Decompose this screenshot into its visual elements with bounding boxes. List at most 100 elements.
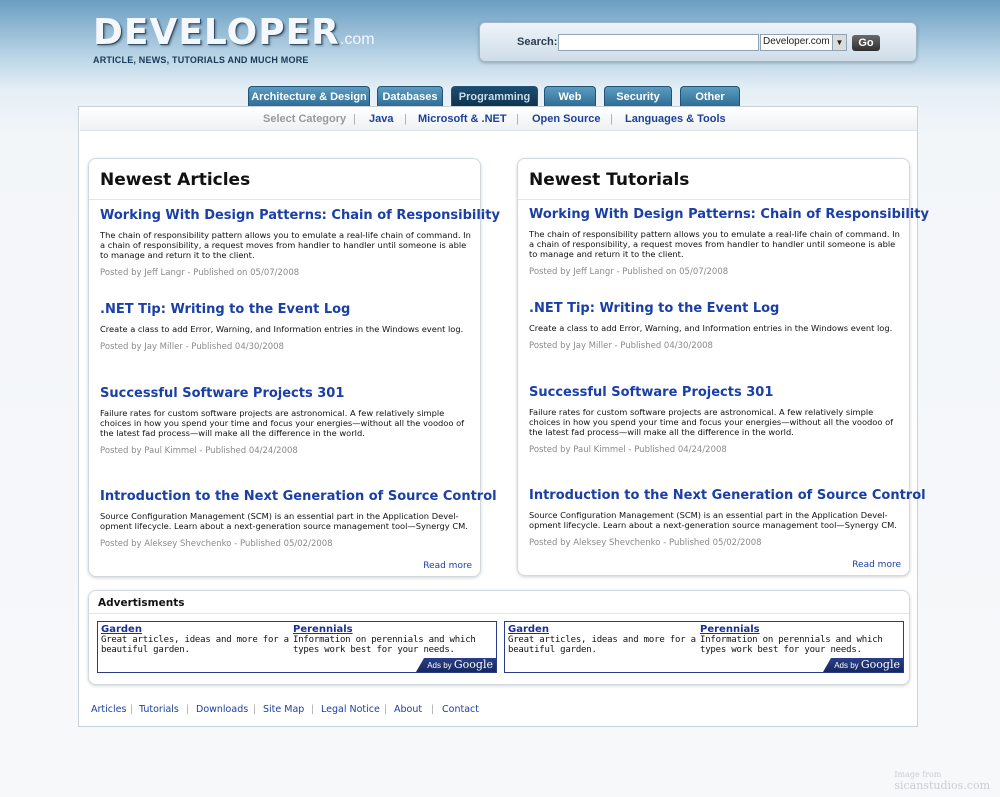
article-description: Failure rates for custom software projec… [100, 408, 465, 438]
category-separator: | [516, 113, 519, 125]
logo-text: DEVELOPER [93, 12, 340, 53]
logo-suffix: .com [339, 31, 375, 48]
ads-by-label: Ads by [834, 661, 859, 670]
category-prompt: Select Category [263, 113, 347, 125]
ads-by-label: Ads by [427, 661, 452, 670]
site-logo[interactable]: DEVELOPER.com [93, 14, 375, 52]
article-meta: Posted by Jeff Langr - Published on 05/0… [100, 268, 300, 278]
article-description: The chain of responsibility pattern allo… [100, 230, 471, 260]
category-open-source[interactable]: Open Source [532, 113, 600, 125]
image-credit-watermark: Image from sicanstudios.com [894, 770, 990, 792]
article-meta: Posted by Paul Kimmel - Published 04/24/… [100, 446, 298, 456]
article-title-link[interactable]: Working With Design Patterns: Chain of R… [100, 208, 500, 223]
tutorial-title-link[interactable]: Introduction to the Next Generation of S… [529, 488, 926, 503]
ad-link[interactable]: Garden [508, 624, 698, 635]
newest-articles-box: Newest Articles Working With Design Patt… [88, 158, 500, 577]
footer-link-about[interactable]: About [394, 704, 422, 715]
search-scope-value: Developer.com [763, 36, 830, 47]
tab-security[interactable]: Security [604, 86, 672, 106]
articles-heading: Newest Articles [100, 170, 251, 190]
ads-by-google-badge[interactable]: Ads by Google [416, 658, 496, 672]
tab-programming[interactable]: Programming [451, 86, 538, 106]
tab-web[interactable]: Web [544, 86, 596, 106]
ad-link[interactable]: Garden [101, 624, 291, 635]
credit-line-2: sicanstudios.com [894, 779, 990, 792]
footer-link-legal-notice[interactable]: Legal Notice [321, 704, 380, 715]
tutorial-item: Successful Software Projects 301 Failure… [529, 385, 904, 455]
tutorial-meta: Posted by Jeff Langr - Published on 05/0… [529, 267, 729, 277]
google-logo: Google [860, 658, 900, 671]
search-go-button[interactable]: Go [852, 35, 880, 51]
ad-text: Great articles, ideas and more for a bea… [508, 635, 696, 655]
footer-separator: | [130, 704, 134, 715]
ad-text: Great articles, ideas and more for a bea… [101, 635, 289, 655]
search-panel: Search: Developer.com ▼ Go [479, 22, 917, 62]
footer-separator: | [431, 704, 435, 715]
main-nav-tabs: Architecture & Design Databases Programm… [0, 86, 1000, 106]
article-item: Successful Software Projects 301 Failure… [100, 386, 475, 456]
tutorial-description: Failure rates for custom software projec… [529, 407, 894, 437]
search-input[interactable] [558, 34, 759, 51]
tab-other[interactable]: Other [680, 86, 740, 106]
tutorial-meta: Posted by Aleksey Shevchenko - Published… [529, 538, 762, 548]
tutorial-item: .NET Tip: Writing to the Event Log Creat… [529, 301, 904, 351]
category-separator: | [404, 113, 407, 125]
article-meta: Posted by Aleksey Shevchenko - Published… [100, 539, 333, 549]
article-meta: Posted by Jay Miller - Published 04/30/2… [100, 342, 284, 352]
article-item: .NET Tip: Writing to the Event Log Creat… [100, 302, 475, 352]
search-scope-select[interactable]: Developer.com ▼ [760, 34, 847, 51]
footer-separator: | [311, 704, 315, 715]
tutorial-item: Introduction to the Next Generation of S… [529, 488, 926, 548]
category-bar: Select Category | Java | Microsoft & .NE… [80, 107, 917, 131]
category-java[interactable]: Java [369, 113, 393, 125]
ad-unit: Garden Great articles, ideas and more fo… [97, 621, 497, 673]
footer-link-contact[interactable]: Contact [442, 704, 479, 715]
advertisements-box: Advertisments Garden Great articles, ide… [88, 590, 910, 685]
ad-text: Information on perennials and which type… [293, 635, 476, 655]
article-title-link[interactable]: .NET Tip: Writing to the Event Log [100, 302, 475, 317]
footer-link-articles[interactable]: Articles [91, 704, 126, 715]
tutorial-title-link[interactable]: Successful Software Projects 301 [529, 385, 904, 400]
tutorial-meta: Posted by Paul Kimmel - Published 04/24/… [529, 445, 727, 455]
article-description: Create a class to add Error, Warning, an… [100, 324, 464, 334]
category-languages-tools[interactable]: Languages & Tools [625, 113, 726, 125]
heading-divider [89, 613, 909, 614]
tutorial-description: Create a class to add Error, Warning, an… [529, 323, 893, 333]
google-logo: Google [453, 658, 493, 671]
search-label: Search: [517, 36, 558, 48]
article-description: Source Configuration Management (SCM) is… [100, 511, 468, 531]
footer-link-site-map[interactable]: Site Map [263, 704, 304, 715]
main-content-panel: Select Category | Java | Microsoft & .NE… [78, 106, 929, 727]
articles-read-more-link[interactable]: Read more [423, 561, 472, 571]
footer-link-downloads[interactable]: Downloads [196, 704, 248, 715]
ad-link[interactable]: Perennials [293, 624, 483, 635]
heading-divider [89, 199, 480, 200]
ad-link[interactable]: Perennials [700, 624, 890, 635]
article-title-link[interactable]: Introduction to the Next Generation of S… [100, 489, 497, 504]
tab-databases[interactable]: Databases [377, 86, 443, 106]
chevron-down-icon[interactable]: ▼ [832, 35, 846, 50]
ad-item: Perennials Information on perennials and… [293, 624, 483, 655]
tutorial-title-link[interactable]: Working With Design Patterns: Chain of R… [529, 207, 929, 222]
tab-architecture-design[interactable]: Architecture & Design [248, 86, 370, 106]
ad-item: Perennials Information on perennials and… [700, 624, 890, 655]
site-tagline: ARTICLE, NEWS, TUTORIALS AND MUCH MORE [93, 55, 309, 65]
category-microsoft-net[interactable]: Microsoft & .NET [418, 113, 507, 125]
category-separator: | [353, 113, 356, 125]
tutorial-title-link[interactable]: .NET Tip: Writing to the Event Log [529, 301, 904, 316]
footer-separator: | [253, 704, 257, 715]
article-title-link[interactable]: Successful Software Projects 301 [100, 386, 475, 401]
tutorial-description: Source Configuration Management (SCM) is… [529, 510, 897, 530]
footer-link-tutorials[interactable]: Tutorials [139, 704, 179, 715]
ads-by-google-badge[interactable]: Ads by Google [823, 658, 903, 672]
ad-item: Garden Great articles, ideas and more fo… [508, 624, 698, 655]
tutorial-meta: Posted by Jay Miller - Published 04/30/2… [529, 341, 713, 351]
heading-divider [518, 199, 909, 200]
tutorials-read-more-link[interactable]: Read more [852, 560, 901, 570]
tutorial-description: The chain of responsibility pattern allo… [529, 229, 900, 259]
footer-separator: | [186, 704, 190, 715]
article-item: Working With Design Patterns: Chain of R… [100, 208, 500, 278]
tutorial-item: Working With Design Patterns: Chain of R… [529, 207, 929, 277]
credit-line-1: Image from [894, 770, 942, 779]
category-separator: | [610, 113, 613, 125]
